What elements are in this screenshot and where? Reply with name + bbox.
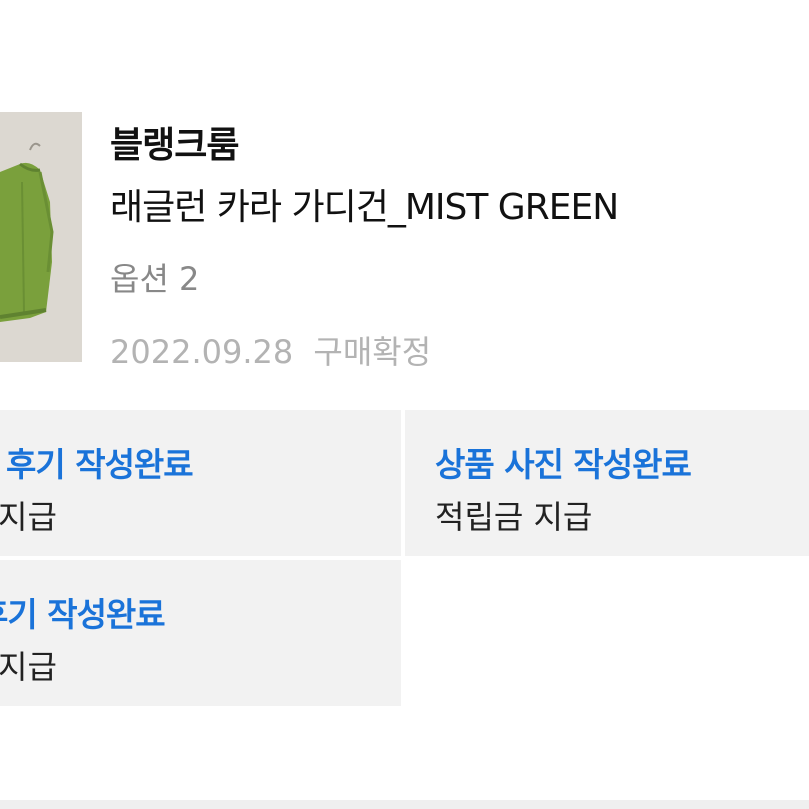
bottom-divider xyxy=(0,800,809,809)
review-cell-reward: 지급 xyxy=(0,498,57,536)
green-cardigan-image xyxy=(0,112,82,362)
review-cell-title: 후기 작성완료 xyxy=(6,445,194,484)
order-date: 2022.09.28 xyxy=(110,333,294,371)
product-name[interactable]: 래글런 카라 가디건_MIST GREEN xyxy=(110,178,619,230)
order-date-row: 2022.09.28 구매확정 xyxy=(110,327,431,373)
review-cell-text[interactable]: 후기 작성완료 지급 xyxy=(0,410,401,556)
brand-name[interactable]: 블랭크룸 xyxy=(110,116,239,168)
review-cell-reward: 적립금 지급 xyxy=(435,498,593,536)
review-cell-photo[interactable]: 상품 사진 작성완료 적립금 지급 xyxy=(405,410,809,556)
review-cell-extra[interactable]: 후기 작성완료 지급 xyxy=(0,560,401,706)
review-cell-title: 후기 작성완료 xyxy=(0,595,166,634)
product-option: 옵션 2 xyxy=(110,260,200,298)
product-thumbnail[interactable] xyxy=(0,112,82,362)
order-review-page: 블랭크룸 래글런 카라 가디건_MIST GREEN 옵션 2 2022.09.… xyxy=(0,0,809,809)
order-status: 구매확정 xyxy=(313,333,432,371)
review-cell-title: 상품 사진 작성완료 xyxy=(435,445,692,484)
review-cell-reward: 지급 xyxy=(0,648,57,686)
